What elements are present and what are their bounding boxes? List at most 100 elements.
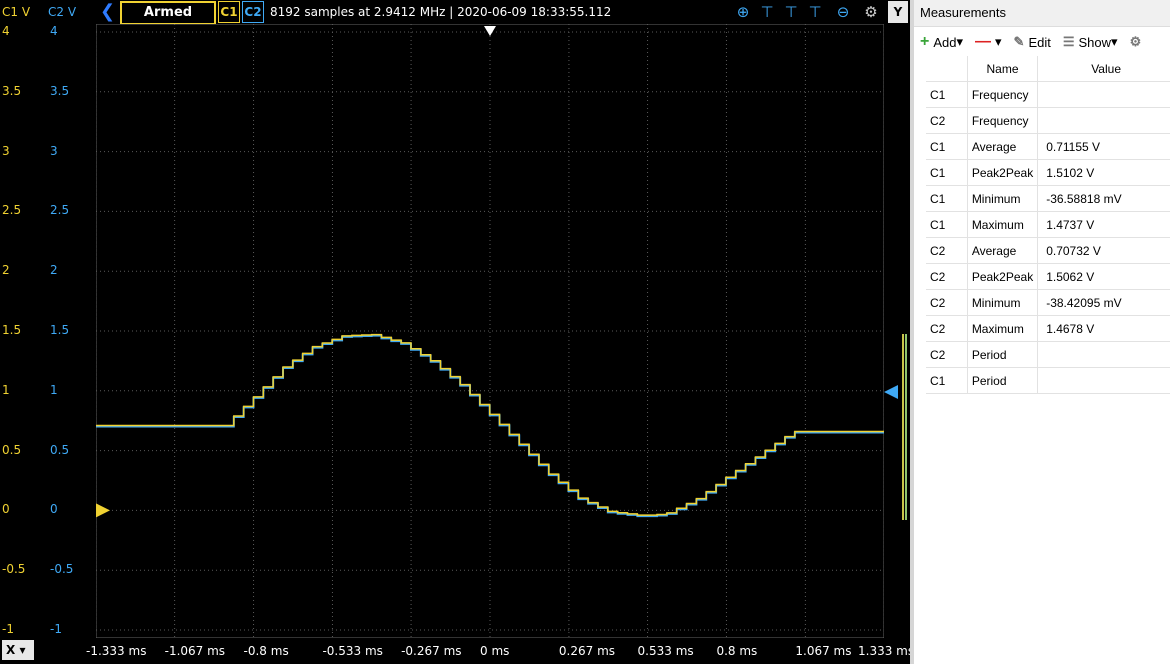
- header-channel: [926, 56, 968, 82]
- cursor-2-icon[interactable]: ⊤: [780, 2, 802, 22]
- right-marker-strip: [884, 24, 910, 638]
- measurements-toolbar: + Add ▾ — ▾ ✎ Edit ☰ Show ▾ ⚙: [914, 27, 1170, 57]
- c1-tick-label: 2.5: [2, 203, 22, 218]
- table-row[interactable]: C1 Frequency: [926, 81, 1170, 108]
- row-value: 1.4678 V: [1037, 315, 1170, 342]
- panel-settings-button[interactable]: ⚙: [1130, 34, 1146, 50]
- pencil-icon: ✎: [1013, 34, 1025, 49]
- row-name: Average: [967, 133, 1039, 160]
- x-tick-label: 0 ms: [480, 644, 510, 658]
- c1-tick-label: -0.5: [2, 562, 26, 577]
- row-name: Peak2Peak: [967, 159, 1039, 186]
- c1-tick-label: 3.5: [2, 83, 22, 98]
- x-tick-label: 0.533 ms: [637, 644, 694, 658]
- minus-icon: —: [975, 33, 992, 50]
- c2-tick-label: 0: [50, 502, 58, 517]
- table-row[interactable]: C1 Maximum 1.4737 V: [926, 211, 1170, 238]
- zoom-in-icon[interactable]: ⊕: [732, 2, 754, 22]
- cursor-1-icon[interactable]: ⊤: [756, 2, 778, 22]
- table-row[interactable]: C1 Average 0.71155 V: [926, 133, 1170, 160]
- measurements-table: Name Value C1 Frequency C2 Frequency C1 Avera…: [926, 56, 1170, 394]
- row-channel: C1: [926, 211, 968, 238]
- add-button[interactable]: + Add ▾: [920, 33, 963, 51]
- trigger-state-button[interactable]: Armed: [120, 1, 216, 25]
- c1-tick-label: 3: [2, 143, 10, 158]
- c2-persistence-bar: [905, 334, 907, 520]
- c2-tick-label: 3: [50, 143, 58, 158]
- row-channel: C2: [926, 237, 968, 264]
- panel-title: Measurements: [914, 0, 1170, 27]
- c2-axis-label: C2 V: [48, 5, 77, 19]
- row-name: Minimum: [967, 185, 1039, 212]
- row-channel: C2: [926, 263, 968, 290]
- edit-button[interactable]: ✎ Edit: [1014, 34, 1051, 50]
- scope-plot[interactable]: [95, 23, 885, 639]
- row-value: 1.5102 V: [1037, 159, 1170, 186]
- row-channel: C2: [926, 315, 968, 342]
- row-channel: C1: [926, 185, 968, 212]
- settings-icon[interactable]: ⚙: [860, 2, 882, 22]
- row-channel: C1: [926, 159, 968, 186]
- header-value: Value: [1037, 56, 1170, 82]
- table-row[interactable]: C2 Average 0.70732 V: [926, 237, 1170, 264]
- x-tick-label: 0.267 ms: [558, 644, 616, 658]
- plus-icon: +: [920, 33, 930, 50]
- row-name: Maximum: [967, 211, 1039, 238]
- table-row[interactable]: C2 Minimum -38.42095 mV: [926, 289, 1170, 316]
- c2-tick-label: 1: [50, 382, 58, 397]
- channel-2-button[interactable]: C2: [242, 1, 264, 23]
- row-channel: C2: [926, 289, 968, 316]
- show-button[interactable]: ☰ Show ▾: [1063, 34, 1118, 50]
- table-row[interactable]: C1 Minimum -36.58818 mV: [926, 185, 1170, 212]
- table-row[interactable]: C2 Frequency: [926, 107, 1170, 134]
- zoom-out-icon[interactable]: ⊖: [832, 2, 854, 22]
- row-name: Frequency: [967, 81, 1039, 108]
- x-tick-label: 1.333 ms: [858, 644, 915, 658]
- x-axis-button-label: X: [6, 643, 16, 657]
- back-arrow-icon[interactable]: ❮: [100, 2, 118, 22]
- row-name: Minimum: [967, 289, 1039, 316]
- row-name: Frequency: [967, 107, 1039, 134]
- x-tick-label: -0.533 ms: [322, 644, 383, 658]
- c1-tick-label: 2: [2, 263, 10, 278]
- table-row[interactable]: C1 Peak2Peak 1.5102 V: [926, 159, 1170, 186]
- c2-tick-label: -0.5: [50, 562, 74, 577]
- row-channel: C1: [926, 367, 968, 394]
- c1-tick-label: 4: [2, 24, 10, 38]
- row-value: [1037, 367, 1170, 394]
- row-channel: C2: [926, 107, 968, 134]
- header-name: Name: [967, 56, 1039, 82]
- measurements-panel: Measurements + Add ▾ — ▾ ✎ Edit ☰ Show ▾ ⚙ …: [910, 0, 1170, 664]
- row-value: 1.4737 V: [1037, 211, 1170, 238]
- row-name: Period: [967, 367, 1039, 394]
- table-row[interactable]: C1 Period: [926, 367, 1170, 394]
- y-axis-button[interactable]: Y: [888, 1, 908, 23]
- c2-tick-label: 0.5: [50, 442, 70, 457]
- table-row[interactable]: C2 Peak2Peak 1.5062 V: [926, 263, 1170, 290]
- row-name: Maximum: [967, 315, 1039, 342]
- c2-offset-marker-icon: [884, 385, 898, 399]
- acquisition-status: 8192 samples at 2.9412 MHz | 2020-06-09 …: [270, 5, 612, 19]
- c2-tick-label: 1.5: [50, 323, 70, 337]
- row-name: Period: [967, 341, 1039, 368]
- table-row[interactable]: C2 Maximum 1.4678 V: [926, 315, 1170, 342]
- c2-tick-label: -1: [50, 622, 62, 636]
- c1-tick-label: -1: [2, 622, 14, 636]
- table-row[interactable]: C2 Period: [926, 341, 1170, 368]
- c1-axis-label: C1 V: [2, 5, 31, 19]
- c1-tick-label: 1.5: [2, 323, 22, 337]
- cursor-3-icon[interactable]: ⊤: [804, 2, 826, 22]
- remove-button[interactable]: — ▾: [975, 33, 1002, 51]
- edit-label: Edit: [1028, 34, 1051, 50]
- x-tick-label: -0.8 ms: [243, 644, 289, 658]
- x-tick-label: 0.8 ms: [716, 644, 758, 658]
- c2-tick-label: 2.5: [50, 203, 70, 218]
- x-axis-button[interactable]: X ▾: [2, 640, 34, 660]
- row-channel: C1: [926, 133, 968, 160]
- row-value: [1037, 341, 1170, 368]
- show-label: Show: [1078, 34, 1112, 50]
- channel-1-button[interactable]: C1: [218, 1, 240, 23]
- x-tick-label: -1.333 ms: [86, 644, 147, 658]
- x-tick-label: -1.067 ms: [164, 644, 226, 658]
- c2-tick-label: 3.5: [50, 83, 70, 98]
